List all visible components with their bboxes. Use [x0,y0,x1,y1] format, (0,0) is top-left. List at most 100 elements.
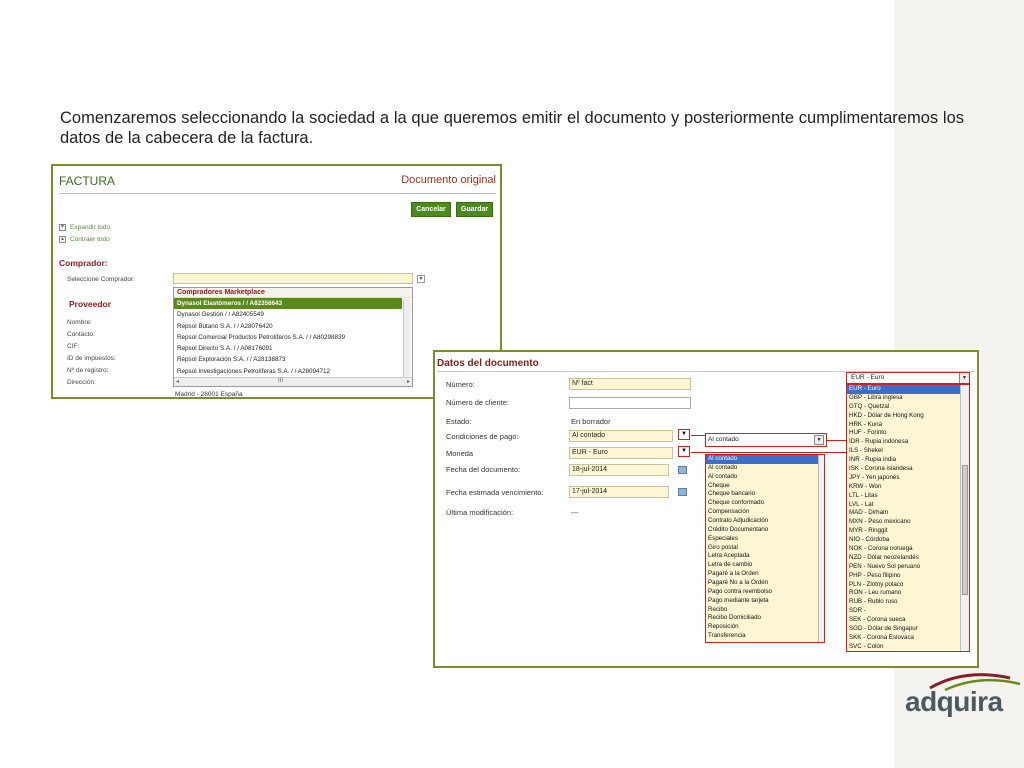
proveedor-section-title: Proveedor [69,299,112,309]
currency-option[interactable]: INR - Rupia india [847,456,969,465]
buyer-select-input[interactable] [173,273,413,284]
condiciones-expanded-select[interactable]: Al contado ▼ [705,433,827,447]
numero-cliente-label: Número de cliente: [446,398,509,407]
numero-input[interactable]: Nº fact [569,378,691,390]
chevron-down-icon[interactable]: ▼ [959,373,969,383]
payment-option[interactable]: Cheque [706,482,824,491]
payment-option[interactable]: Compensación [706,508,824,517]
select-buyer-label: Seleccione Comprador: [67,276,135,283]
scroll-left-icon[interactable]: ◂ [176,378,179,385]
currency-option[interactable]: PHP - Peso filipino [847,572,969,581]
buyer-dropdown-arrow-icon[interactable]: ▼ [417,275,425,283]
payment-option[interactable]: Pago contra reembolso [706,588,824,597]
adquira-logo: adquira [905,670,1021,720]
currency-option[interactable]: EUR - Euro [847,385,969,394]
cancel-button[interactable]: Cancelar [411,202,451,217]
currency-options-list[interactable]: EUR - Euro GBP - Libra inglesa GTQ - Quetz… [846,384,970,652]
currency-option[interactable]: GTQ - Quetzal [847,403,969,412]
currency-option[interactable]: SGD - Dólar de Singapur [847,625,969,634]
scroll-thumb[interactable]: III [278,378,283,384]
payment-option[interactable]: Cheque conformado [706,499,824,508]
buyer-option[interactable]: Repsol Butano S.A. / / A28076420 [174,321,402,332]
buyer-option[interactable]: Repsol Exploración S.A. / / A28138873 [174,354,402,365]
buyer-dropdown-list[interactable]: Compradores Marketplace Dynasol Elastóme… [173,287,413,387]
payment-option[interactable]: Cheque bancario [706,490,824,499]
vertical-scrollbar[interactable] [818,455,824,642]
vertical-scrollbar[interactable] [403,299,411,377]
currency-option[interactable]: GBP - Libra inglesa [847,394,969,403]
currency-option[interactable]: HUF - Forinto [847,429,969,438]
condiciones-select[interactable]: Al contado [569,430,673,442]
currency-option[interactable]: PEN - Nuevo Sol peruano [847,563,969,572]
collapse-icon: ▴ [59,236,66,243]
currency-option[interactable]: RON - Leu rumano [847,589,969,598]
save-button[interactable]: Guardar [456,202,493,217]
currency-option[interactable]: SEK - Corona sueca [847,616,969,625]
currency-option[interactable]: KRW - Won [847,483,969,492]
currency-option[interactable]: IDR - Rupia indonesa [847,438,969,447]
chevron-down-icon[interactable]: ▼ [814,435,824,445]
vertical-scrollbar[interactable] [960,385,969,651]
currency-option[interactable]: SKK - Corona Eslovaca [847,634,969,643]
buyer-option[interactable]: Repsol Directo S.A. / / A08176091 [174,343,402,354]
payment-option[interactable]: Especiales [706,535,824,544]
payment-option[interactable]: Contrato Adjudicación [706,517,824,526]
buyer-option[interactable]: Repsol Investigaciones Petrolíferas S.A.… [174,366,402,377]
payment-option[interactable]: Giro postal [706,544,824,553]
payment-option[interactable]: Recibo Domiciliado [706,614,824,623]
payment-option[interactable]: Pagaré No a la Orden [706,579,824,588]
calendar-icon[interactable] [678,488,687,496]
currency-select[interactable]: EUR - Euro ▼ [846,372,970,384]
currency-option[interactable]: JPY - Yen japonés [847,474,969,483]
payment-options-list[interactable]: Al contado Al contado Al contado Cheque Cheq… [705,454,825,643]
connector-line [691,452,846,453]
currency-option[interactable]: HRK - Kuna [847,421,969,430]
fecha-venc-input[interactable]: 17-jul-2014 [569,486,669,498]
intro-text: Comenzaremos seleccionando la sociedad a… [60,109,964,147]
condiciones-dropdown-arrow-icon[interactable]: ▼ [678,429,690,440]
expand-all-link[interactable]: ▾ Expandir todo [59,224,110,231]
currency-option[interactable]: SDR - [847,607,969,616]
payment-option[interactable]: Letra de cambio [706,561,824,570]
currency-option[interactable]: NIO - Córdoba [847,536,969,545]
payment-option[interactable]: Al contado [706,473,824,482]
currency-option[interactable]: NZD - Dólar neozelandés [847,554,969,563]
moneda-dropdown-arrow-icon[interactable]: ▼ [678,446,690,457]
currency-option[interactable]: ISK - Corona islandesa [847,465,969,474]
currency-option[interactable]: RUB - Rublo ruso [847,598,969,607]
payment-option[interactable]: Crédito Documentario [706,526,824,535]
currency-option[interactable]: PLN - Zlotny polaco [847,581,969,590]
payment-option[interactable]: Reposición [706,623,824,632]
currency-option[interactable]: LTL - Litas [847,492,969,501]
currency-option[interactable]: HKD - Dólar de Hong Kong [847,412,969,421]
payment-option[interactable]: Recibo [706,606,824,615]
currency-option[interactable]: SVC - Colón [847,643,969,651]
fecha-doc-input[interactable]: 18-jul-2014 [569,464,669,476]
fecha-venc-label: Fecha estimada vencimiento: [446,488,544,497]
currency-option[interactable]: LVL - Lat [847,501,969,510]
collapse-all-link[interactable]: ▴ Contraer todo [59,236,110,243]
numero-label: Número: [446,380,475,389]
comprador-section-title: Comprador: [59,258,108,268]
payment-option[interactable]: Pago mediante tarjeta [706,597,824,606]
buyer-option[interactable]: Dynasol Elastómeros / / A82356643 [174,298,402,310]
payment-option[interactable]: Al contado [706,455,824,464]
payment-option[interactable]: Transferencia [706,632,824,641]
currency-option[interactable]: MAD - Dirham [847,509,969,518]
currency-option[interactable]: MYR - Ringgit [847,527,969,536]
currency-option[interactable]: ILS - Shekel [847,447,969,456]
buyer-option[interactable]: Repsol Comercial Productos Petrolíferos … [174,332,402,343]
moneda-select[interactable]: EUR - Euro [569,447,673,459]
currency-option[interactable]: NOK - Corona noruega [847,545,969,554]
currency-option[interactable]: MXN - Peso mexicano [847,518,969,527]
horizontal-scrollbar[interactable]: ◂ III ▸ [174,377,412,386]
scroll-right-icon[interactable]: ▸ [407,378,410,385]
scroll-thumb[interactable] [962,465,968,595]
buyer-option[interactable]: Dynasol Gestión / / A82405549 [174,309,402,320]
numero-cliente-input[interactable] [569,397,691,409]
calendar-icon[interactable] [678,466,687,474]
payment-option[interactable]: Letra Aceptada [706,552,824,561]
payment-option[interactable]: Al contado [706,464,824,473]
payment-option[interactable]: Pagaré a la Orden [706,570,824,579]
address-text: Madrid - 28001 España [175,391,243,398]
